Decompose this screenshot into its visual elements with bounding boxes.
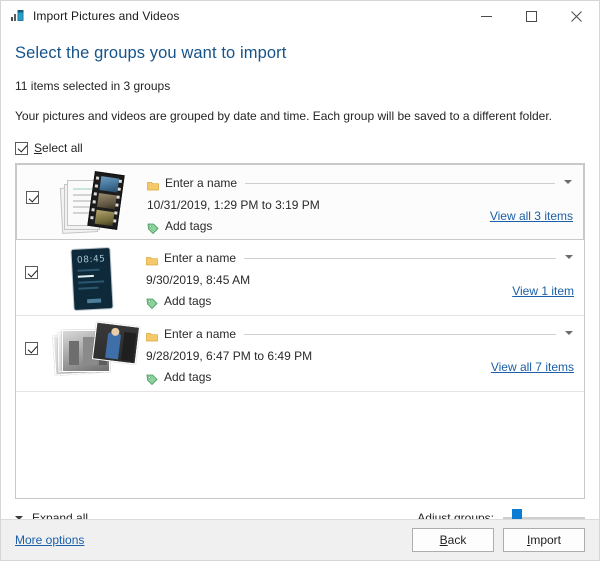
title-bar: Import Pictures and Videos [1, 1, 599, 31]
group-checkbox[interactable] [25, 342, 38, 355]
more-options-link[interactable]: More options [15, 533, 84, 547]
name-rule [244, 334, 556, 335]
page-title: Select the groups you want to import [15, 44, 585, 63]
view-items-link[interactable]: View all 3 items [490, 209, 573, 223]
tag-icon [146, 296, 158, 307]
maximize-button[interactable] [509, 1, 554, 31]
footer-buttons: Back Import [412, 528, 585, 552]
folder-icon [146, 329, 158, 339]
group-date-range: 9/30/2019, 8:45 AM [146, 273, 574, 287]
select-all-checkbox[interactable] [15, 142, 28, 155]
chevron-down-icon[interactable] [563, 178, 573, 188]
phone-clock: 08:45 [77, 254, 106, 265]
group-details: Enter a name 10/31/2019, 1:29 PM to 3:19… [141, 165, 573, 233]
group-name-input[interactable]: Enter a name [165, 176, 237, 190]
select-all-row[interactable]: Select all [15, 141, 585, 155]
group-checkbox[interactable] [26, 191, 39, 204]
import-pictures-icon [10, 8, 26, 24]
folder-icon [147, 178, 159, 188]
view-items-link[interactable]: View 1 item [512, 284, 574, 298]
group-details: Enter a name 9/28/2019, 6:47 PM to 6:49 … [140, 316, 574, 384]
table-row[interactable]: Enter a name 10/31/2019, 1:29 PM to 3:19… [16, 164, 584, 240]
window-title: Import Pictures and Videos [33, 9, 179, 23]
add-tags-label[interactable]: Add tags [164, 294, 211, 308]
view-items-link[interactable]: View all 7 items [491, 360, 574, 374]
group-thumbnail: 08:45 [48, 240, 140, 316]
import-button[interactable]: Import [503, 528, 585, 552]
group-list-panel[interactable]: Enter a name 10/31/2019, 1:29 PM to 3:19… [15, 163, 585, 499]
group-checkbox[interactable] [25, 266, 38, 279]
table-row[interactable]: Enter a name 9/28/2019, 6:47 PM to 6:49 … [16, 316, 584, 392]
add-tags-label[interactable]: Add tags [165, 219, 212, 233]
chevron-down-icon[interactable] [564, 329, 574, 339]
group-name-input[interactable]: Enter a name [164, 251, 236, 265]
select-all-label: Select all [34, 141, 83, 155]
chevron-down-icon[interactable] [564, 253, 574, 263]
tag-icon [147, 221, 159, 232]
back-button[interactable]: Back [412, 528, 494, 552]
group-name-row[interactable]: Enter a name [147, 175, 573, 191]
folder-icon [146, 253, 158, 263]
dialog-footer: More options Back Import [1, 519, 599, 560]
window-controls [464, 1, 599, 31]
close-button[interactable] [554, 1, 599, 31]
minimize-button[interactable] [464, 1, 509, 31]
group-name-input[interactable]: Enter a name [164, 327, 236, 341]
group-tags-row[interactable]: Add tags [146, 294, 574, 308]
page-description: Your pictures and videos are grouped by … [15, 109, 585, 123]
group-details: Enter a name 9/30/2019, 8:45 AM Add tags [140, 240, 574, 308]
tag-icon [146, 372, 158, 383]
main-content: Select the groups you want to import 11 … [1, 44, 599, 528]
group-name-row[interactable]: Enter a name [146, 250, 574, 266]
name-rule [244, 258, 556, 259]
group-thumbnail [48, 316, 140, 392]
group-thumbnail [49, 165, 141, 241]
import-pictures-window: Import Pictures and Videos Select the gr… [0, 0, 600, 561]
group-name-row[interactable]: Enter a name [146, 326, 574, 342]
add-tags-label[interactable]: Add tags [164, 370, 211, 384]
name-rule [245, 183, 555, 184]
table-row[interactable]: 08:45 Ente [16, 240, 584, 316]
selection-summary: 11 items selected in 3 groups [15, 79, 585, 93]
